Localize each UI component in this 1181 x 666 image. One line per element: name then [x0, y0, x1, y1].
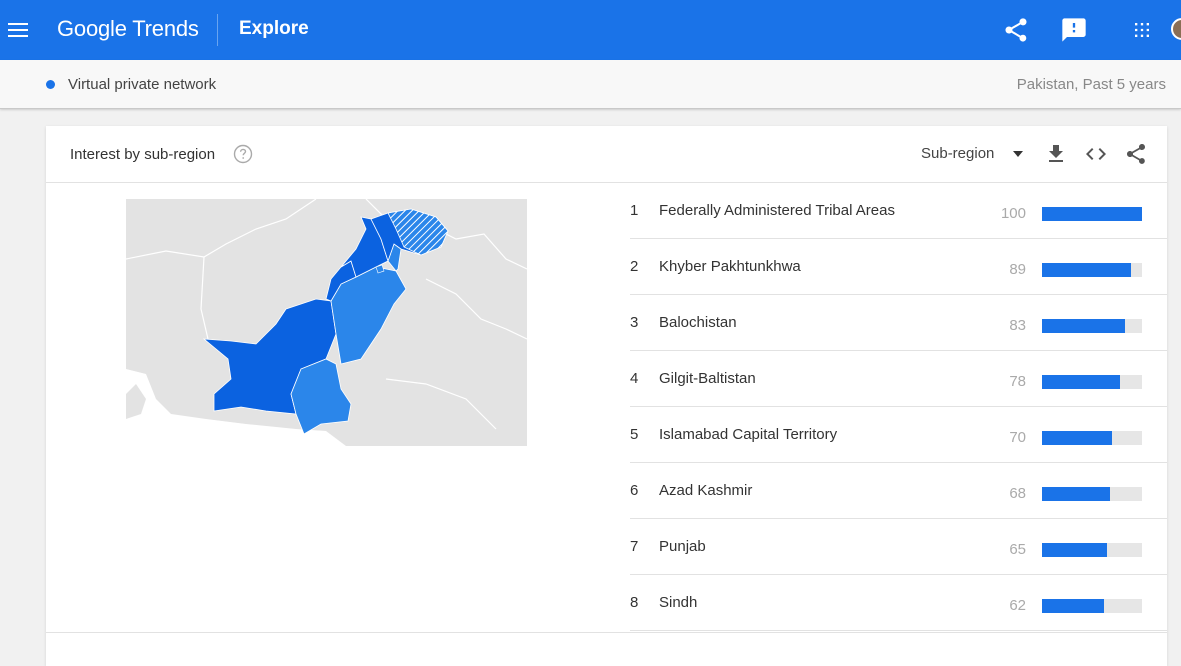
top-app-bar: Google Trends Explore [0, 0, 1181, 60]
search-term-label[interactable]: Virtual private network [68, 76, 216, 93]
list-item[interactable]: 1 Federally Administered Tribal Areas 100 [630, 183, 1167, 239]
embed-icon[interactable] [1084, 142, 1108, 166]
download-icon[interactable] [1044, 142, 1068, 166]
list-item[interactable]: 5 Islamabad Capital Territory 70 [630, 407, 1167, 463]
region-bar [1042, 375, 1120, 389]
subregion-map[interactable] [126, 199, 527, 446]
region-bar [1042, 319, 1125, 333]
filter-summary[interactable]: Pakistan, Past 5 years [1017, 76, 1166, 93]
region-value: 70 [1009, 429, 1026, 446]
avatar[interactable] [1171, 18, 1181, 40]
region-value: 89 [1009, 261, 1026, 278]
list-item[interactable]: 3 Balochistan 83 [630, 295, 1167, 351]
region-bar-track [1042, 319, 1142, 333]
card-divider [46, 632, 1167, 633]
apps-grid-icon[interactable] [1128, 16, 1156, 44]
list-item[interactable]: 8 Sindh 62 [630, 575, 1167, 631]
share-icon[interactable] [1002, 16, 1030, 44]
header-divider [217, 14, 218, 46]
region-value: 62 [1009, 597, 1026, 614]
search-term-bar: Virtual private network Pakistan, Past 5… [0, 60, 1181, 109]
region-bar [1042, 487, 1110, 501]
region-bar-track [1042, 599, 1142, 613]
resolution-dropdown[interactable]: Sub-region [921, 145, 1031, 167]
region-name[interactable]: Gilgit-Baltistan [659, 370, 756, 387]
region-value: 65 [1009, 541, 1026, 558]
region-bar-track [1042, 487, 1142, 501]
region-name[interactable]: Federally Administered Tribal Areas [659, 202, 895, 219]
card-header: Interest by sub-region Sub-region [46, 126, 1167, 183]
chevron-down-icon [1013, 151, 1023, 157]
region-rank: 6 [630, 482, 639, 499]
region-rank: 7 [630, 538, 639, 555]
term-color-dot [46, 80, 55, 89]
google-trends-logo[interactable]: Google Trends [57, 16, 199, 42]
card-title: Interest by sub-region [70, 146, 216, 163]
resolution-dropdown-label: Sub-region [921, 145, 995, 162]
region-rank: 5 [630, 426, 639, 443]
region-value: 83 [1009, 317, 1026, 334]
list-item[interactable]: 7 Punjab 65 [630, 519, 1167, 575]
region-rank: 8 [630, 594, 639, 611]
list-item[interactable]: 4 Gilgit-Baltistan 78 [630, 351, 1167, 407]
region-bar [1042, 599, 1104, 613]
page-title: Explore [239, 18, 309, 39]
list-item[interactable]: 2 Khyber Pakhtunkhwa 89 [630, 239, 1167, 295]
region-bar [1042, 431, 1112, 445]
region-bar [1042, 207, 1142, 221]
menu-icon[interactable] [8, 19, 28, 41]
region-rank: 4 [630, 370, 639, 387]
interest-by-subregion-card: Interest by sub-region Sub-region 1 Fede… [46, 126, 1167, 666]
region-name[interactable]: Punjab [659, 538, 706, 555]
region-bar [1042, 543, 1107, 557]
region-value: 68 [1009, 485, 1026, 502]
region-rank: 3 [630, 314, 639, 331]
region-name[interactable]: Khyber Pakhtunkhwa [659, 258, 801, 275]
region-bar-track [1042, 543, 1142, 557]
feedback-icon[interactable] [1060, 16, 1088, 44]
share-icon[interactable] [1124, 142, 1148, 166]
region-rank: 1 [630, 202, 639, 219]
region-bar-track [1042, 207, 1142, 221]
region-name[interactable]: Sindh [659, 594, 697, 611]
region-bar [1042, 263, 1131, 277]
region-rank: 2 [630, 258, 639, 275]
subregion-list: 1 Federally Administered Tribal Areas 100 2… [630, 183, 1167, 631]
region-value: 100 [1000, 205, 1026, 222]
list-item[interactable]: 6 Azad Kashmir 68 [630, 463, 1167, 519]
region-name[interactable]: Balochistan [659, 314, 737, 331]
region-bar-track [1042, 375, 1142, 389]
region-name[interactable]: Azad Kashmir [659, 482, 752, 499]
region-bar-track [1042, 263, 1142, 277]
help-icon[interactable] [233, 144, 253, 164]
region-name[interactable]: Islamabad Capital Territory [659, 426, 837, 443]
region-value: 78 [1009, 373, 1026, 390]
region-bar-track [1042, 431, 1142, 445]
